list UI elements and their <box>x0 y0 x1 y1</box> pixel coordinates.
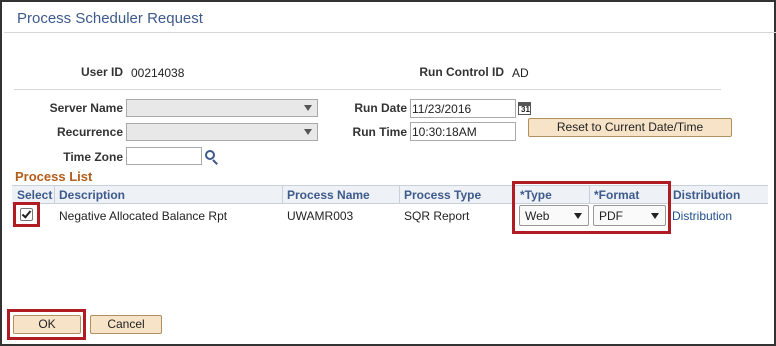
column-separator <box>399 186 400 203</box>
server-name-label: Server Name <box>49 101 123 115</box>
divider <box>14 89 721 90</box>
column-separator <box>54 186 55 203</box>
reset-date-time-button[interactable]: Reset to Current Date/Time <box>528 118 732 137</box>
row-process-type: SQR Report <box>404 209 470 223</box>
calendar-glyph: 31 <box>521 105 530 114</box>
column-header-process-name: Process Name <box>287 188 370 202</box>
recurrence-label: Recurrence <box>56 125 123 139</box>
highlight-type-format-box <box>512 181 671 234</box>
chevron-down-icon <box>304 129 312 135</box>
time-zone-label: Time Zone <box>63 150 123 164</box>
page-title: Process Scheduler Request <box>17 10 203 27</box>
search-icon[interactable] <box>205 150 219 165</box>
run-time-label: Run Time <box>352 125 407 139</box>
run-date-label: Run Date <box>354 101 407 115</box>
cancel-button[interactable]: Cancel <box>90 315 162 334</box>
user-id-label: User ID <box>80 65 123 79</box>
run-time-input[interactable]: 10:30:18AM <box>410 122 516 141</box>
dialog-frame: Process Scheduler Request <box>0 0 776 346</box>
column-header-select: Select <box>17 188 53 202</box>
column-header-description: Description <box>59 188 126 202</box>
title-bar: Process Scheduler Request <box>4 4 776 33</box>
calendar-icon[interactable]: 31 <box>518 102 531 115</box>
server-name-select[interactable] <box>126 99 318 117</box>
highlight-ok-box <box>7 309 86 340</box>
column-header-distribution: Distribution <box>673 188 741 202</box>
process-list-title: Process List <box>15 169 93 184</box>
highlight-select-box <box>13 202 40 227</box>
run-control-id-value: AD <box>512 66 529 80</box>
column-header-process-type: Process Type <box>404 188 482 202</box>
row-process-name: UWAMR003 <box>287 209 354 223</box>
row-description: Negative Allocated Balance Rpt <box>59 209 228 223</box>
column-separator <box>282 186 283 203</box>
run-control-id-label: Run Control ID <box>419 65 504 79</box>
chevron-down-icon <box>304 105 312 111</box>
time-zone-input[interactable] <box>126 147 202 165</box>
recurrence-select[interactable] <box>126 123 318 141</box>
distribution-link[interactable]: Distribution <box>672 209 732 223</box>
user-id-value: 00214038 <box>131 66 185 80</box>
run-date-input[interactable]: 11/23/2016 <box>410 99 516 118</box>
